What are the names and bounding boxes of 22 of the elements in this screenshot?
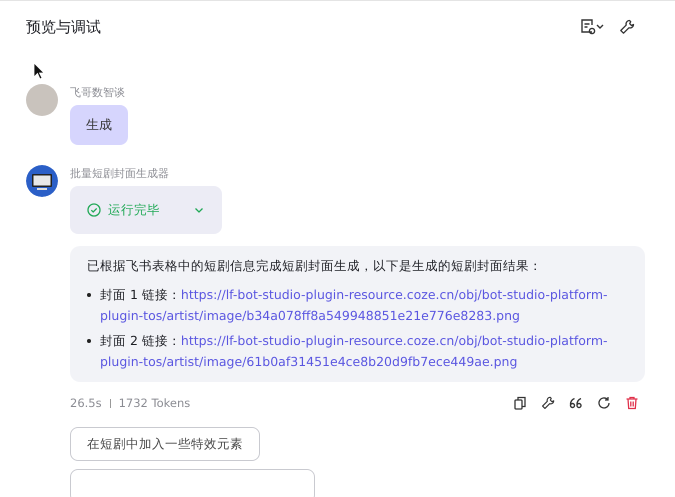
sender-name: 批量短剧封面生成器 [70, 166, 169, 181]
wrench-icon[interactable] [619, 19, 635, 35]
avatar-illustration [26, 84, 58, 116]
duration-text: 26.5s [70, 396, 102, 410]
delete-icon[interactable] [625, 396, 639, 410]
suggestion-button[interactable]: 在短剧中加入一些特效元素 [70, 427, 260, 461]
mouse-cursor-icon [33, 62, 44, 80]
wrench-icon[interactable] [541, 396, 555, 410]
user-message: 生成 [70, 105, 128, 145]
check-circle-icon [87, 203, 101, 217]
bullet-icon [87, 293, 91, 297]
copy-icon[interactable] [513, 396, 527, 410]
bot-avatar-icon [26, 165, 58, 197]
quote-icon[interactable] [569, 397, 583, 409]
bullet-icon [87, 339, 91, 343]
cover-link-item: 封面 2 链接：https://lf-bot-studio-plugin-resource.coze.cn/obj/bot-studio-platform-plugin-tos/artist/image/61b0af31451e4ce8b20d9fb7ece449ae.png [100, 332, 609, 371]
panel-title: 预览与调试 [26, 18, 101, 36]
token-count: 1732 Tokens [118, 396, 190, 410]
document-settings-button[interactable] [579, 18, 605, 36]
sender-name: 飞哥数智谈 [70, 85, 125, 100]
answer-intro: 已根据飞书表格中的短剧信息完成短剧封面生成，以下是生成的短剧封面结果： [87, 257, 543, 275]
refresh-icon[interactable] [597, 396, 611, 410]
